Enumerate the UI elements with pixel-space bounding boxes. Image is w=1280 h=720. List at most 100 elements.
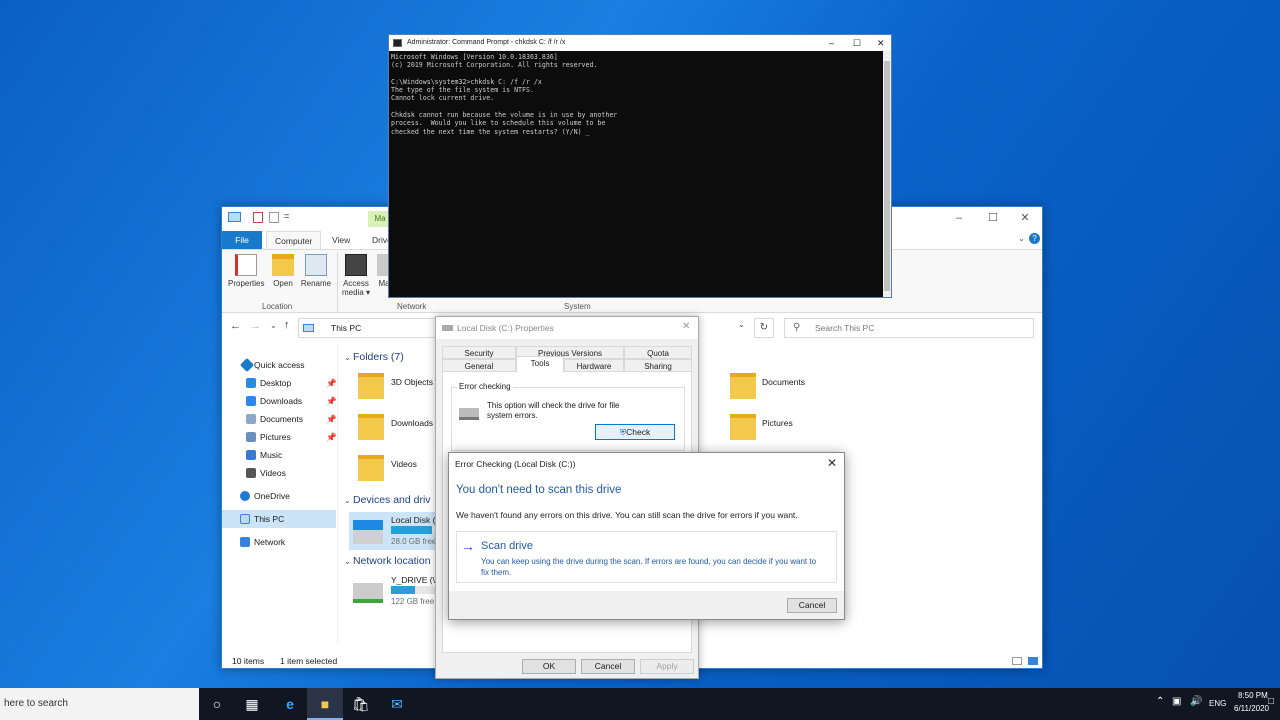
rename-button[interactable]: Rename	[300, 254, 332, 288]
tab-computer[interactable]: Computer	[266, 231, 322, 249]
y-drive-item[interactable]: Y_DRIVE (\\ 122 GB free	[349, 573, 439, 611]
windows-drive-icon	[353, 520, 383, 544]
access-media-button[interactable]: Access media ▾	[340, 254, 372, 297]
network-locations-header[interactable]: ⌄ Network location	[344, 555, 431, 567]
nav-this-pc[interactable]: This PC	[222, 510, 336, 528]
close-button[interactable]: ✕	[1008, 207, 1042, 229]
local-disk-name: Local Disk (	[391, 515, 436, 525]
close-button[interactable]: ✕	[877, 35, 885, 51]
cmd-title: Administrator: Command Prompt - chkdsk C…	[407, 39, 566, 46]
scroll-thumb[interactable]	[884, 61, 890, 291]
scan-drive-desc: You can keep using the drive during the …	[481, 557, 817, 577]
nav-desktop[interactable]: Desktop 📌	[222, 374, 337, 392]
tab-file[interactable]: File	[222, 231, 262, 249]
network-icon	[240, 537, 250, 547]
up-arrow-icon[interactable]: ↑	[284, 319, 290, 331]
chevron-down-icon: ⌄	[344, 557, 353, 566]
error-checking-text: This option will check the drive for fil…	[487, 401, 620, 420]
navigation-pane: Quick access Desktop 📌 Downloads 📌 Documen…	[222, 345, 338, 645]
notifications-icon[interactable]: □	[1268, 696, 1274, 707]
nav-videos[interactable]: Videos	[222, 464, 336, 482]
cancel-button[interactable]: Cancel	[581, 659, 635, 674]
minimize-button[interactable]: –	[942, 207, 976, 229]
refresh-button[interactable]: ↻	[754, 318, 774, 338]
recent-chevron-icon[interactable]: ⌄	[270, 321, 277, 330]
properties-button[interactable]: Properties	[228, 254, 264, 288]
cmd-scrollbar[interactable]	[883, 51, 891, 297]
open-folder-icon	[272, 254, 294, 276]
check-button[interactable]: ⛨Check	[595, 424, 675, 440]
store-icon[interactable]: 🛍	[343, 688, 379, 720]
address-dropdown-icon[interactable]: ⌄	[738, 320, 745, 329]
properties-qat-icon[interactable]	[253, 212, 263, 223]
close-button[interactable]: ✕	[682, 321, 690, 332]
folder-3d-objects-icon[interactable]	[358, 373, 384, 399]
open-button[interactable]: Open	[270, 254, 296, 288]
nav-downloads[interactable]: Downloads 📌	[222, 392, 337, 410]
local-disk-free: 28.0 GB free	[391, 537, 437, 546]
forward-arrow-icon[interactable]: →	[250, 320, 261, 332]
language-indicator[interactable]: ENG	[1209, 699, 1226, 708]
local-disk-usage-bar	[391, 526, 439, 534]
clock-time[interactable]: 8:50 PM	[1238, 691, 1268, 700]
folders-section-label: Folders (7)	[352, 351, 404, 363]
show-hidden-icons-icon[interactable]: ⌃	[1156, 696, 1164, 707]
nav-pictures[interactable]: Pictures 📌	[222, 428, 337, 446]
minimize-button[interactable]: –	[829, 35, 834, 51]
folder-videos-icon[interactable]	[358, 455, 384, 481]
cmd-output[interactable]: Microsoft Windows [Version 10.0.18363.83…	[391, 53, 617, 136]
help-icon[interactable]: ?	[1029, 233, 1040, 244]
nav-quick-access[interactable]: Quick access	[222, 356, 336, 374]
open-label: Open	[273, 279, 293, 288]
tiles-view-icon[interactable]	[1028, 657, 1038, 665]
clock-date[interactable]: 6/11/2020	[1234, 704, 1269, 713]
local-disk-item[interactable]: Local Disk ( 28.0 GB free	[349, 512, 439, 550]
network-tray-icon[interactable]: ▣	[1172, 696, 1181, 707]
nav-onedrive[interactable]: OneDrive	[222, 487, 336, 505]
cancel-button[interactable]: Cancel	[787, 598, 837, 613]
y-drive-usage-bar	[391, 586, 439, 594]
ok-button[interactable]: OK	[522, 659, 576, 674]
network-locations-label: Network location	[352, 555, 431, 567]
maximize-button[interactable]: ☐	[976, 207, 1010, 229]
mail-icon[interactable]: ✉	[379, 688, 415, 720]
folder-documents-icon[interactable]	[730, 373, 756, 399]
close-button[interactable]: ✕	[827, 456, 837, 470]
details-view-icon[interactable]	[1012, 657, 1022, 665]
address-bar[interactable]: This PC	[298, 318, 436, 338]
pictures-icon	[246, 432, 256, 442]
folders-section-header[interactable]: ⌄ Folders (7)	[344, 351, 404, 363]
nav-music[interactable]: Music	[222, 446, 336, 464]
taskbar-search-box[interactable]: here to search	[0, 688, 199, 720]
scan-drive-option[interactable]: → Scan drive You can keep using the driv…	[456, 531, 837, 583]
edge-icon[interactable]: e	[272, 688, 308, 720]
download-icon	[246, 396, 256, 406]
search-box[interactable]: ⚲ Search This PC	[784, 318, 1034, 338]
tab-quota[interactable]: Quota	[624, 346, 692, 359]
task-view-icon[interactable]: ▦	[234, 688, 270, 720]
network-drive-icon	[353, 583, 383, 603]
back-arrow-icon[interactable]: ←	[230, 320, 241, 332]
cortana-icon[interactable]: ○	[199, 688, 235, 720]
folder-pictures-icon[interactable]	[730, 414, 756, 440]
maximize-button[interactable]: ☐	[853, 35, 861, 51]
rename-label: Rename	[300, 279, 332, 288]
tab-security[interactable]: Security	[442, 346, 516, 359]
newfolder-qat-icon[interactable]	[269, 212, 279, 223]
devices-section-header[interactable]: ⌄ Devices and driv	[344, 494, 431, 506]
desktop-icon	[246, 378, 256, 388]
tab-tools[interactable]: Tools	[516, 356, 564, 372]
ribbon-expand-icon[interactable]: ⌄	[1018, 234, 1025, 243]
qat-customize[interactable]: =	[284, 211, 289, 221]
volume-tray-icon[interactable]: 🔊	[1190, 696, 1202, 707]
nav-documents[interactable]: Documents 📌	[222, 410, 337, 428]
properties-label: Properties	[228, 279, 265, 288]
apply-button[interactable]: Apply	[640, 659, 694, 674]
nav-network[interactable]: Network	[222, 533, 336, 551]
file-explorer-icon[interactable]: ■	[307, 688, 343, 720]
chevron-down-icon: ⌄	[344, 496, 353, 505]
arrow-right-icon: →	[461, 538, 475, 554]
tab-view[interactable]: View	[324, 231, 358, 249]
errc-title: Error Checking (Local Disk (C:))	[455, 459, 576, 469]
folder-downloads-icon[interactable]	[358, 414, 384, 440]
